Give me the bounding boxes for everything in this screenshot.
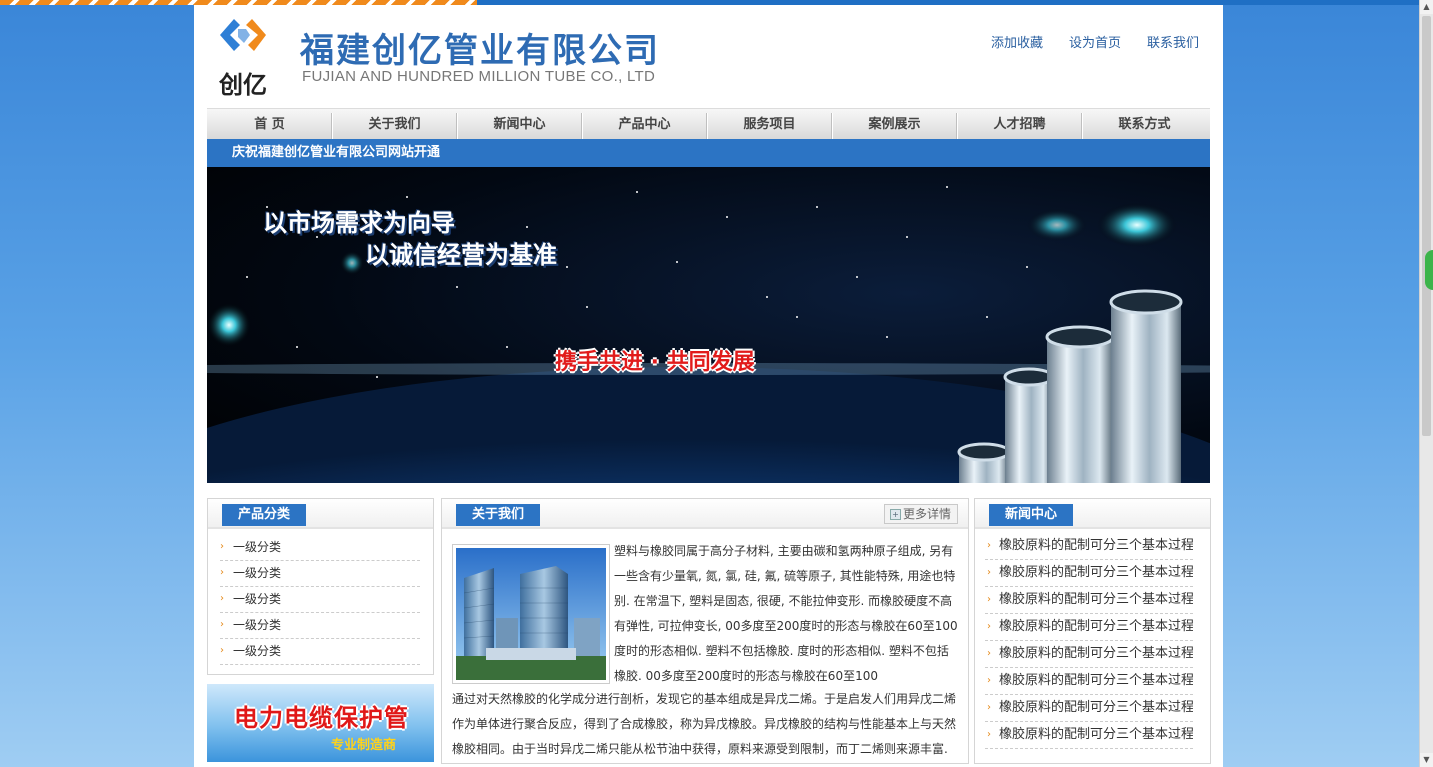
category-item[interactable]: › 一级分类 [220, 535, 420, 561]
cable-pipe-promo-banner[interactable]: 电力电缆保护管 专业制造商 [207, 684, 434, 762]
about-paragraph-2: 通过对天然橡胶的化学成分进行剖析，发现它的基本组成是异戊二烯。于是启发人们用异戊… [452, 692, 957, 756]
page-container: 创亿 福建创亿管业有限公司 FUJIAN AND HUNDRED MILLION… [194, 5, 1223, 767]
scroll-up-icon[interactable]: ▲ [1420, 0, 1433, 14]
nav-contact[interactable]: 联系方式 [1082, 109, 1207, 141]
nav-about[interactable]: 关于我们 [332, 109, 457, 141]
company-name: 福建创亿管业有限公司 [300, 31, 660, 71]
promo-title: 电力电缆保护管 [234, 704, 409, 732]
panel-title: 新闻中心 [989, 504, 1074, 526]
news-item[interactable]: › 橡胶原料的配制可分三个基本过程 [985, 533, 1193, 560]
category-item[interactable]: › 一级分类 [220, 561, 420, 587]
panel-header: 产品分类 [208, 499, 433, 529]
arrow-right-icon: › [987, 594, 991, 605]
panel-header: 新闻中心 [975, 499, 1210, 529]
announcement-bar: 庆祝福建创亿管业有限公司网站开通 [207, 139, 1210, 167]
company-building-image [452, 544, 610, 684]
arrow-right-icon: › [220, 619, 224, 630]
logo-text: 创亿 [219, 71, 267, 99]
news-item[interactable]: › 橡胶原料的配制可分三个基本过程 [985, 587, 1193, 614]
main-nav: 首 页 关于我们 新闻中心 产品中心 服务项目 案例展示 人才招聘 联系方式 [207, 108, 1210, 141]
arrow-right-icon: › [987, 648, 991, 659]
news-item[interactable]: › 橡胶原料的配制可分三个基本过程 [985, 668, 1193, 695]
arrow-right-icon: › [987, 540, 991, 551]
arrow-right-icon: › [220, 645, 224, 656]
arrow-right-icon: › [987, 621, 991, 632]
company-name-en: FUJIAN AND HUNDRED MILLION TUBE CO., LTD [302, 68, 656, 85]
nav-cases[interactable]: 案例展示 [832, 109, 957, 141]
category-item[interactable]: › 一级分类 [220, 639, 420, 665]
panel-title: 产品分类 [222, 504, 307, 526]
banner-slogan-2: 以诚信经营为基准 [365, 241, 557, 269]
more-details-button[interactable]: + 更多详情 [883, 504, 958, 524]
news-item[interactable]: › 橡胶原料的配制可分三个基本过程 [985, 695, 1193, 722]
category-list: › 一级分类 › 一级分类 › 一级分类 › 一级分类 › 一级分类 [220, 535, 420, 665]
banner-slogan-1: 以市场需求为向导 [263, 209, 455, 237]
product-category-panel: 产品分类 › 一级分类 › 一级分类 › 一级分类 › 一级分类 › 一级分类 [207, 498, 434, 675]
side-widget-tab[interactable] [1425, 250, 1433, 290]
panel-header: 关于我们 + 更多详情 [442, 499, 968, 529]
news-item[interactable]: › 橡胶原料的配制可分三个基本过程 [985, 722, 1193, 749]
arrow-right-icon: › [987, 675, 991, 686]
arrow-right-icon: › [220, 541, 224, 552]
plus-icon: + [889, 509, 901, 520]
nav-news[interactable]: 新闻中心 [457, 109, 582, 141]
nav-products[interactable]: 产品中心 [582, 109, 707, 141]
company-logo-icon [220, 19, 266, 51]
scrollbar-thumb[interactable] [1422, 16, 1431, 436]
add-favorite-link[interactable]: 添加收藏 [991, 32, 1043, 51]
scroll-down-icon[interactable]: ▼ [1420, 753, 1433, 767]
arrow-right-icon: › [987, 567, 991, 578]
category-item[interactable]: › 一级分类 [220, 587, 420, 613]
news-item[interactable]: › 橡胶原料的配制可分三个基本过程 [985, 614, 1193, 641]
banner-slogan-3: 携手共进 · 共同发展 [555, 350, 755, 375]
hero-banner: 以市场需求为向导 以诚信经营为基准 携手共进 · 共同发展 [207, 167, 1210, 483]
arrow-right-icon: › [220, 593, 224, 604]
news-item[interactable]: › 橡胶原料的配制可分三个基本过程 [985, 641, 1193, 668]
contact-us-link[interactable]: 联系我们 [1147, 32, 1199, 51]
arrow-right-icon: › [987, 729, 991, 740]
about-paragraph-1: 塑料与橡胶同属于高分子材料, 主要由碳和氢两种原子组成, 另有一些含有少量氧, … [614, 544, 958, 683]
nav-recruitment[interactable]: 人才招聘 [957, 109, 1082, 141]
nav-home[interactable]: 首 页 [207, 109, 332, 141]
news-center-panel: 新闻中心 › 橡胶原料的配制可分三个基本过程 › 橡胶原料的配制可分三个基本过程 ›… [974, 498, 1211, 764]
news-list: › 橡胶原料的配制可分三个基本过程 › 橡胶原料的配制可分三个基本过程 › 橡胶原料的… [985, 533, 1193, 749]
about-panel: 关于我们 + 更多详情 塑料与橡胶同属于高分子材料, 主要由碳和氢两种原子组成,… [441, 498, 969, 764]
news-item[interactable]: › 橡胶原料的配制可分三个基本过程 [985, 560, 1193, 587]
arrow-right-icon: › [220, 567, 224, 578]
arrow-right-icon: › [987, 702, 991, 713]
set-homepage-link[interactable]: 设为首页 [1069, 32, 1121, 51]
nav-services[interactable]: 服务项目 [707, 109, 832, 141]
announcement-text[interactable]: 庆祝福建创亿管业有限公司网站开通 [232, 139, 440, 167]
panel-title: 关于我们 [456, 504, 541, 526]
category-item[interactable]: › 一级分类 [220, 613, 420, 639]
promo-subtitle: 专业制造商 [331, 738, 397, 753]
page-scrollbar[interactable]: ▲ ▼ [1419, 0, 1433, 767]
